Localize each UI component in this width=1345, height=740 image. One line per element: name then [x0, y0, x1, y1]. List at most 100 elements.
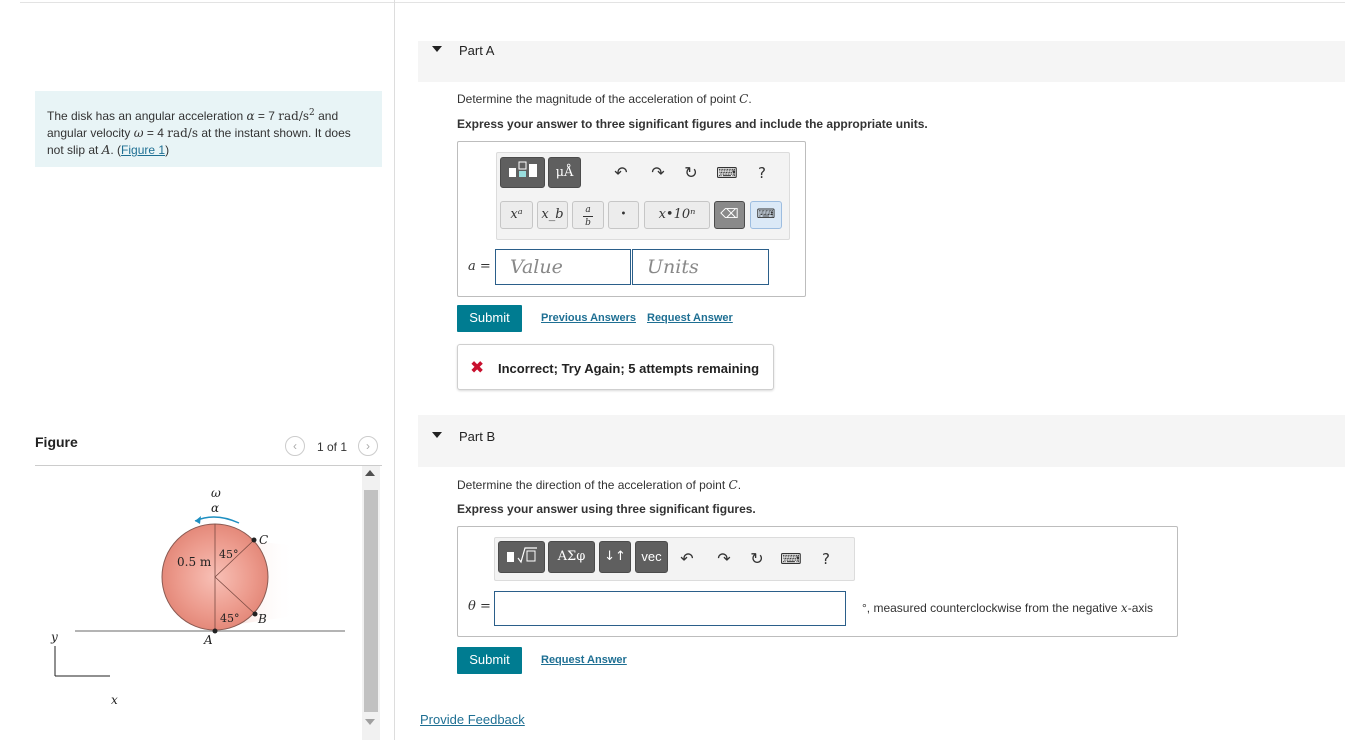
units-note-axis: x	[1120, 601, 1128, 615]
units-input[interactable]: Units	[632, 249, 769, 285]
angle-bottom-label: 45°	[220, 612, 240, 625]
scroll-up-icon[interactable]	[365, 470, 375, 476]
part-a-title: Part A	[459, 43, 495, 58]
y-axis-label: y	[50, 630, 58, 644]
units-button[interactable]: μÅ	[548, 157, 581, 188]
angle-input[interactable]	[494, 591, 846, 626]
previous-answers-link[interactable]: Previous Answers	[541, 312, 636, 324]
question-point: C	[739, 92, 749, 106]
keyboard-icon[interactable]: ⌨	[716, 163, 738, 183]
figure-next-button[interactable]: ›	[358, 436, 378, 456]
rotation-arrow	[194, 516, 240, 524]
undo-icon[interactable]: ↶	[677, 549, 697, 569]
angle-units-note: °, measured counterclockwise from the ne…	[862, 601, 1153, 615]
omega-symbol: ω	[133, 126, 144, 140]
greek-symbols-button[interactable]: ΑΣφ	[548, 541, 595, 573]
fraction-numerator: a	[585, 205, 591, 215]
figure-prev-button[interactable]: ‹	[285, 436, 305, 456]
provide-feedback-link[interactable]: Provide Feedback	[420, 712, 525, 727]
problem-statement: The disk has an angular acceleration α =…	[35, 91, 382, 167]
C-label: C	[259, 533, 268, 547]
omega-unit: rad/s	[167, 126, 198, 140]
collapse-caret-icon[interactable]	[432, 46, 442, 52]
collapse-caret-icon[interactable]	[432, 432, 442, 438]
part-b-instruction: Express your answer using three signific…	[457, 502, 756, 516]
angle-top-label: 45°	[219, 548, 239, 561]
alpha-value: = 7	[254, 109, 279, 123]
undo-icon[interactable]: ↶	[611, 163, 631, 183]
keyboard-icon[interactable]: ⌨	[780, 549, 802, 569]
column-divider	[394, 0, 395, 740]
theta-variable-label: θ =	[468, 599, 491, 614]
omega-value: = 4	[143, 126, 168, 140]
problem-text: The disk has an angular acceleration	[47, 109, 247, 123]
question-point: C	[728, 478, 738, 492]
keyboard-toggle-icon: ⌨	[756, 207, 776, 222]
part-a-submit-button[interactable]: Submit	[457, 305, 522, 332]
alpha-symbol: α	[246, 109, 255, 123]
question-text-end: .	[737, 478, 742, 492]
feedback-message: Incorrect; Try Again; 5 attempts remaini…	[498, 361, 760, 376]
templates-icon	[508, 161, 537, 177]
reset-icon[interactable]: ↻	[681, 163, 701, 183]
point-B-marker	[252, 611, 258, 617]
alpha-label: α	[211, 501, 219, 515]
reset-icon[interactable]: ↻	[747, 549, 767, 569]
problem-text: )	[165, 143, 170, 157]
help-icon[interactable]: ?	[817, 549, 835, 569]
units-note-end: -axis	[1127, 601, 1154, 615]
dot-button[interactable]: •	[608, 201, 639, 229]
redo-icon[interactable]: ↷	[648, 163, 668, 183]
templates-button[interactable]	[498, 541, 545, 573]
figure-diagram: ω α 0.5 m 45° 45° C B A y x	[50, 486, 345, 707]
A-label: A	[203, 633, 213, 647]
vector-button[interactable]: vec	[635, 541, 668, 573]
problem-text: . (	[110, 143, 122, 157]
a-variable-label: a =	[468, 259, 491, 274]
fraction-denominator: b	[585, 218, 591, 228]
help-icon[interactable]: ?	[753, 163, 771, 183]
figure-title: Figure	[35, 434, 78, 450]
redo-icon[interactable]: ↷	[714, 549, 734, 569]
templates-icon	[506, 547, 537, 564]
templates-button[interactable]	[500, 157, 545, 188]
alpha-unit: rad/s	[278, 109, 310, 123]
point-A-marker	[212, 628, 218, 634]
value-input[interactable]: Value	[495, 249, 631, 285]
superscript-button[interactable]: xᵃ	[500, 201, 533, 229]
B-label: B	[257, 612, 267, 626]
figure-scroll-thumb[interactable]	[364, 490, 378, 712]
omega-label: ω	[211, 486, 221, 500]
scientific-notation-button[interactable]: x•10ⁿ	[644, 201, 710, 229]
point-C-marker	[251, 537, 257, 543]
part-a-request-answer-link[interactable]: Request Answer	[647, 312, 733, 324]
figure-pager: 1 of 1	[317, 440, 348, 454]
radius-label: 0.5 m	[177, 555, 212, 569]
part-b-question: Determine the direction of the accelerat…	[457, 478, 741, 492]
x-axis-label: x	[111, 693, 118, 707]
keyboard-toggle-button[interactable]: ⌨	[750, 201, 782, 229]
part-b-request-answer-link[interactable]: Request Answer	[541, 654, 627, 666]
feedback-box: ✖ Incorrect; Try Again; 5 attempts remai…	[457, 344, 774, 390]
fraction-button[interactable]: a b	[572, 201, 604, 229]
chevron-right-icon: ›	[366, 439, 370, 453]
arrows-button[interactable]: ↓↑	[599, 541, 631, 573]
question-text: Determine the magnitude of the accelerat…	[457, 92, 740, 106]
top-rule	[20, 2, 1345, 3]
units-note-text: °, measured counterclockwise from the ne…	[862, 601, 1121, 615]
part-a-question: Determine the magnitude of the accelerat…	[457, 92, 752, 106]
part-a-instruction: Express your answer to three significant…	[457, 117, 928, 131]
part-a-header[interactable]: Part A	[418, 41, 1345, 82]
backspace-icon: ⌫	[720, 207, 739, 222]
question-text-end: .	[748, 92, 752, 106]
backspace-button[interactable]: ⌫	[714, 201, 745, 229]
subscript-button[interactable]: x_b	[537, 201, 568, 229]
chevron-left-icon: ‹	[293, 439, 297, 453]
part-b-title: Part B	[459, 429, 496, 444]
incorrect-icon: ✖	[470, 358, 485, 377]
part-b-submit-button[interactable]: Submit	[457, 647, 522, 674]
figure-link[interactable]: Figure 1	[121, 143, 165, 157]
part-b-header[interactable]: Part B	[418, 415, 1345, 467]
scroll-down-icon[interactable]	[365, 719, 375, 725]
question-text: Determine the direction of the accelerat…	[457, 478, 729, 492]
